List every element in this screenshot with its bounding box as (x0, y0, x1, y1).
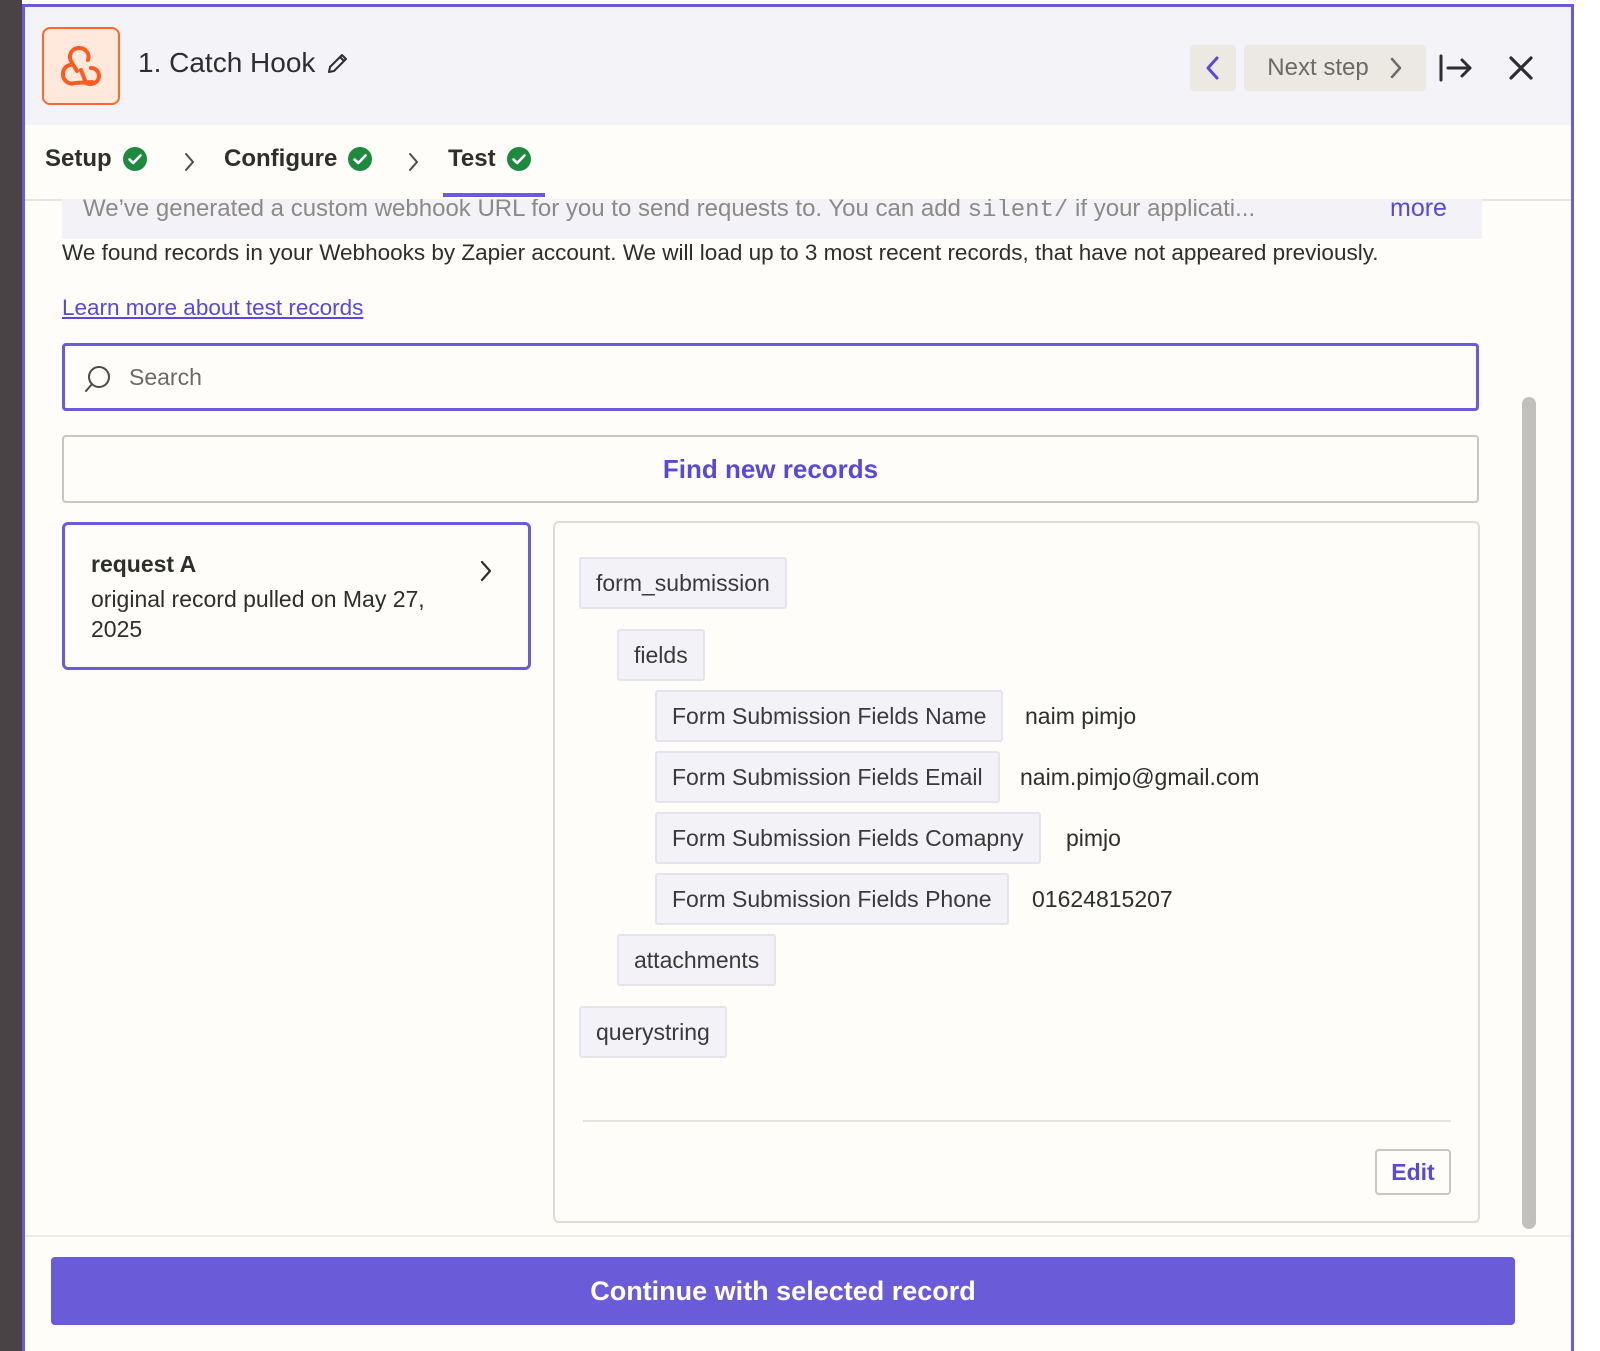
banner-code: silent/ (967, 199, 1069, 224)
pencil-icon[interactable] (325, 50, 351, 76)
more-link[interactable]: more (1390, 194, 1447, 223)
field-key-fields[interactable]: fields (617, 629, 705, 681)
learn-more-link[interactable]: Learn more about test records (62, 295, 363, 321)
field-key-name[interactable]: Form Submission Fields Name (655, 690, 1004, 742)
field-key-attachments[interactable]: attachments (617, 934, 777, 986)
chevron-left-icon (1206, 56, 1219, 80)
tab-setup[interactable]: Setup (45, 145, 148, 173)
panel-header: 1. Catch Hook Next step (25, 7, 1571, 125)
field-key-querystring[interactable]: querystring (579, 1006, 727, 1058)
record-card[interactable]: request A original record pulled on May … (62, 522, 531, 670)
scrollbar-thumb[interactable] (1522, 397, 1536, 1229)
chevron-right-icon (1390, 57, 1401, 79)
field-value-email: naim.pimjo@gmail.com (1020, 764, 1260, 790)
tab-label: Setup (45, 145, 112, 172)
search-field[interactable] (62, 343, 1479, 411)
divider (583, 1120, 1451, 1122)
record-title: request A (91, 551, 197, 577)
next-step-button[interactable]: Next step (1244, 45, 1426, 91)
record-detail-panel: form_submission fields Form Submission F… (553, 521, 1480, 1223)
step-title-text: 1. Catch Hook (138, 47, 316, 78)
find-new-records-button[interactable]: Find new records (62, 435, 1479, 503)
webhook-url-banner: We’ve generated a custom webhook URL for… (62, 199, 1482, 239)
chevron-right-icon (480, 560, 492, 582)
banner-text: We’ve generated a custom webhook URL for… (83, 199, 968, 222)
check-circle-icon (122, 147, 147, 171)
tab-configure[interactable]: Configure (224, 145, 373, 173)
backdrop (0, 0, 22, 1351)
panel-footer: Continue with selected record (25, 1235, 1571, 1351)
chevron-right-icon (185, 153, 194, 171)
field-value-phone: 01624815207 (1032, 886, 1173, 912)
close-icon[interactable] (1505, 52, 1537, 84)
banner-text-end: if your applicati... (1068, 199, 1256, 222)
step-title[interactable]: 1. Catch Hook (138, 47, 351, 79)
step-panel: 1. Catch Hook Next step Setup Configure … (22, 4, 1574, 1351)
continue-button[interactable]: Continue with selected record (51, 1257, 1515, 1325)
tab-test[interactable]: Test (448, 145, 532, 173)
field-key-email[interactable]: Form Submission Fields Email (655, 751, 1000, 803)
tab-label: Test (448, 145, 496, 172)
search-input[interactable] (129, 360, 1429, 394)
field-value-company: pimjo (1066, 825, 1121, 851)
step-tabs: Setup Configure Test (25, 125, 1571, 201)
records-found-text: We found records in your Webhooks by Zap… (62, 240, 1379, 265)
check-circle-icon (506, 147, 531, 171)
record-subtitle: original record pulled on May 27, 2025 (91, 586, 425, 642)
field-key-phone[interactable]: Form Submission Fields Phone (655, 873, 1009, 925)
field-key-form-submission[interactable]: form_submission (579, 557, 787, 609)
tab-label: Configure (224, 145, 338, 172)
field-value-name: naim pimjo (1025, 703, 1137, 729)
arrow-to-right-icon[interactable] (1438, 51, 1474, 85)
edit-button[interactable]: Edit (1375, 1149, 1451, 1195)
search-icon (85, 366, 110, 392)
check-circle-icon (348, 147, 373, 171)
next-step-label: Next step (1267, 54, 1369, 81)
field-key-company[interactable]: Form Submission Fields Comapny (655, 812, 1041, 864)
webhook-icon (42, 27, 120, 105)
previous-step-button[interactable] (1190, 45, 1236, 91)
active-tab-indicator (443, 193, 545, 197)
chevron-right-icon (409, 153, 418, 171)
